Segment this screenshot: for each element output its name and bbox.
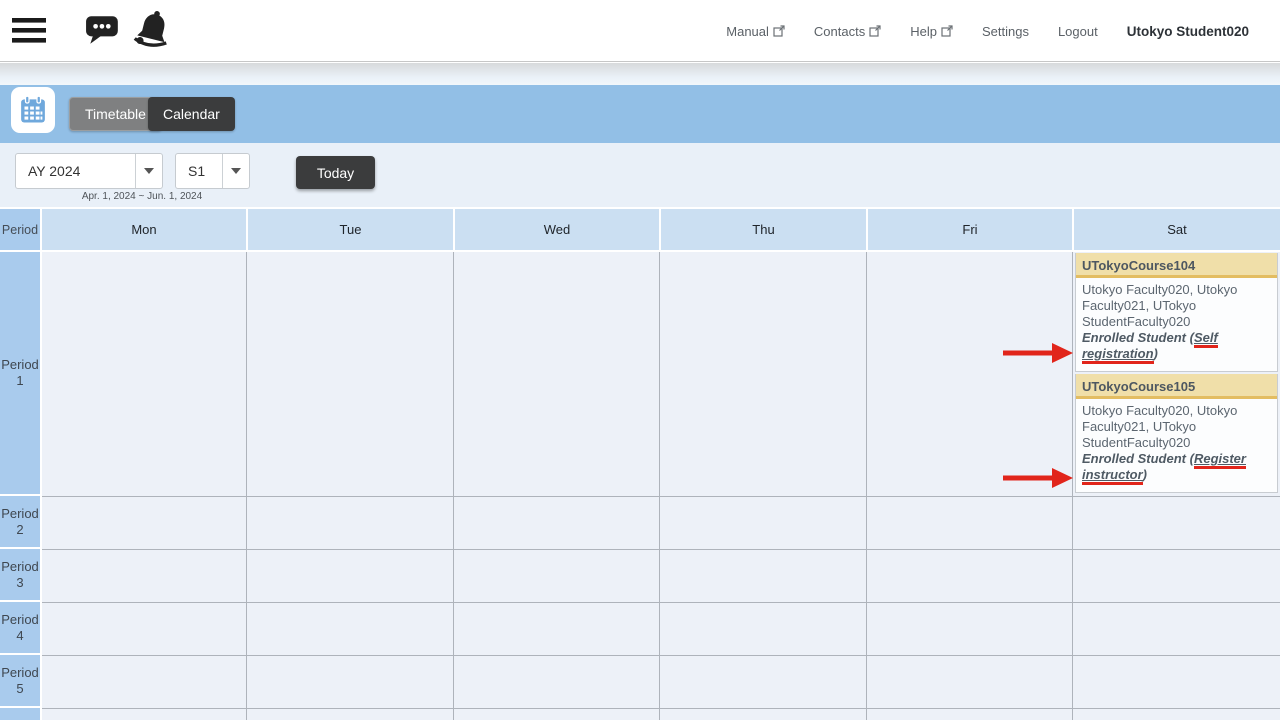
column-header-period: Period <box>0 209 40 250</box>
grid-line-h <box>42 496 1280 497</box>
academic-year-select[interactable]: AY 2024 <box>15 153 163 189</box>
enrolled-suffix: ) <box>1143 467 1147 482</box>
grid-line-h <box>42 655 1280 656</box>
course-faculty: Utokyo Faculty020, Utokyo Faculty021, UT… <box>1082 403 1237 450</box>
row-header-period-6-partial <box>0 708 40 720</box>
chat-icon[interactable] <box>85 13 121 47</box>
app-header: Manual Contacts Help <box>0 0 1280 62</box>
grid-line-v <box>246 252 247 720</box>
external-link-icon <box>941 25 953 37</box>
term-select[interactable]: S1 <box>175 153 250 189</box>
course-details: Utokyo Faculty020, Utokyo Faculty021, UT… <box>1076 278 1277 362</box>
calendar-icon <box>18 95 48 125</box>
enrolled-suffix: ) <box>1154 346 1158 361</box>
today-button[interactable]: Today <box>296 156 375 189</box>
period-number: 5 <box>16 681 23 697</box>
academic-year-value: AY 2024 <box>16 154 135 188</box>
period-number: 4 <box>16 628 23 644</box>
period-word: Period <box>1 612 39 628</box>
nav-logout[interactable]: Logout <box>1058 24 1098 39</box>
enrolled-prefix: Enrolled Student ( <box>1082 330 1194 345</box>
course-card-utokyocourse104[interactable]: UTokyoCourse104 Utokyo Faculty020, Utoky… <box>1075 253 1278 372</box>
nav-help-label: Help <box>910 24 937 39</box>
nav-settings-label: Settings <box>982 24 1029 39</box>
nav-manual-label: Manual <box>726 24 769 39</box>
header-shadow-strip <box>0 63 1280 85</box>
external-link-icon <box>869 25 881 37</box>
annotation-arrow-self-registration <box>1000 339 1074 367</box>
nav-contacts-label: Contacts <box>814 24 865 39</box>
timetable-module-icon <box>11 87 55 133</box>
period-word: Period <box>1 357 39 373</box>
top-nav: Manual Contacts Help <box>726 0 1249 62</box>
enrolled-status: Enrolled Student (Register instructor) <box>1082 451 1271 483</box>
period-number: 3 <box>16 575 23 591</box>
filter-bar: AY 2024 S1 Today Apr. 1, 2024 ~ Jun. 1, … <box>0 143 1280 207</box>
row-header-period-5: Period 5 <box>0 655 40 706</box>
course-details: Utokyo Faculty020, Utokyo Faculty021, UT… <box>1076 399 1277 483</box>
course-title: UTokyoCourse104 <box>1076 253 1277 278</box>
row-header-period-3: Period 3 <box>0 549 40 600</box>
module-banner: Timetable Calendar <box>0 85 1280 143</box>
row-header-period-4: Period 4 <box>0 602 40 653</box>
column-header-sat: Sat <box>1074 209 1280 250</box>
grid-line-h <box>42 549 1280 550</box>
period-number: 1 <box>16 373 23 389</box>
grid-line-h <box>42 708 1280 709</box>
grid-line-v <box>453 252 454 720</box>
column-header-mon: Mon <box>42 209 246 250</box>
chevron-down-icon <box>222 154 249 188</box>
grid-line-v <box>866 252 867 720</box>
nav-contacts[interactable]: Contacts <box>814 24 881 39</box>
nav-logout-label: Logout <box>1058 24 1098 39</box>
row-header-period-1: Period 1 <box>0 252 40 494</box>
course-card-utokyocourse105[interactable]: UTokyoCourse105 Utokyo Faculty020, Utoky… <box>1075 374 1278 493</box>
enrolled-status: Enrolled Student (Self registration) <box>1082 330 1271 362</box>
nav-help[interactable]: Help <box>910 24 953 39</box>
column-header-fri: Fri <box>868 209 1072 250</box>
notification-bell-icon[interactable] <box>133 9 173 51</box>
row-header-period-2: Period 2 <box>0 496 40 547</box>
chevron-down-icon <box>135 154 162 188</box>
nav-manual[interactable]: Manual <box>726 24 785 39</box>
grid-line-h <box>42 602 1280 603</box>
course-faculty: Utokyo Faculty020, Utokyo Faculty021, UT… <box>1082 282 1237 329</box>
column-header-tue: Tue <box>248 209 453 250</box>
enrolled-prefix: Enrolled Student ( <box>1082 451 1194 466</box>
term-value: S1 <box>176 154 222 188</box>
column-header-thu: Thu <box>661 209 866 250</box>
user-name: Utokyo Student020 <box>1127 24 1249 39</box>
external-link-icon <box>773 25 785 37</box>
timetable-page: Manual Contacts Help <box>0 0 1280 720</box>
period-word: Period <box>1 559 39 575</box>
hamburger-menu-icon[interactable] <box>11 16 47 45</box>
course-title: UTokyoCourse105 <box>1076 374 1277 399</box>
period-word: Period <box>1 506 39 522</box>
date-range-label: Apr. 1, 2024 ~ Jun. 1, 2024 <box>42 191 242 202</box>
grid-line-v <box>659 252 660 720</box>
column-header-wed: Wed <box>455 209 659 250</box>
nav-settings[interactable]: Settings <box>982 24 1029 39</box>
tab-calendar[interactable]: Calendar <box>148 97 235 131</box>
period-number: 2 <box>16 522 23 538</box>
annotation-arrow-register-instructor <box>1000 464 1074 492</box>
period-word: Period <box>1 665 39 681</box>
